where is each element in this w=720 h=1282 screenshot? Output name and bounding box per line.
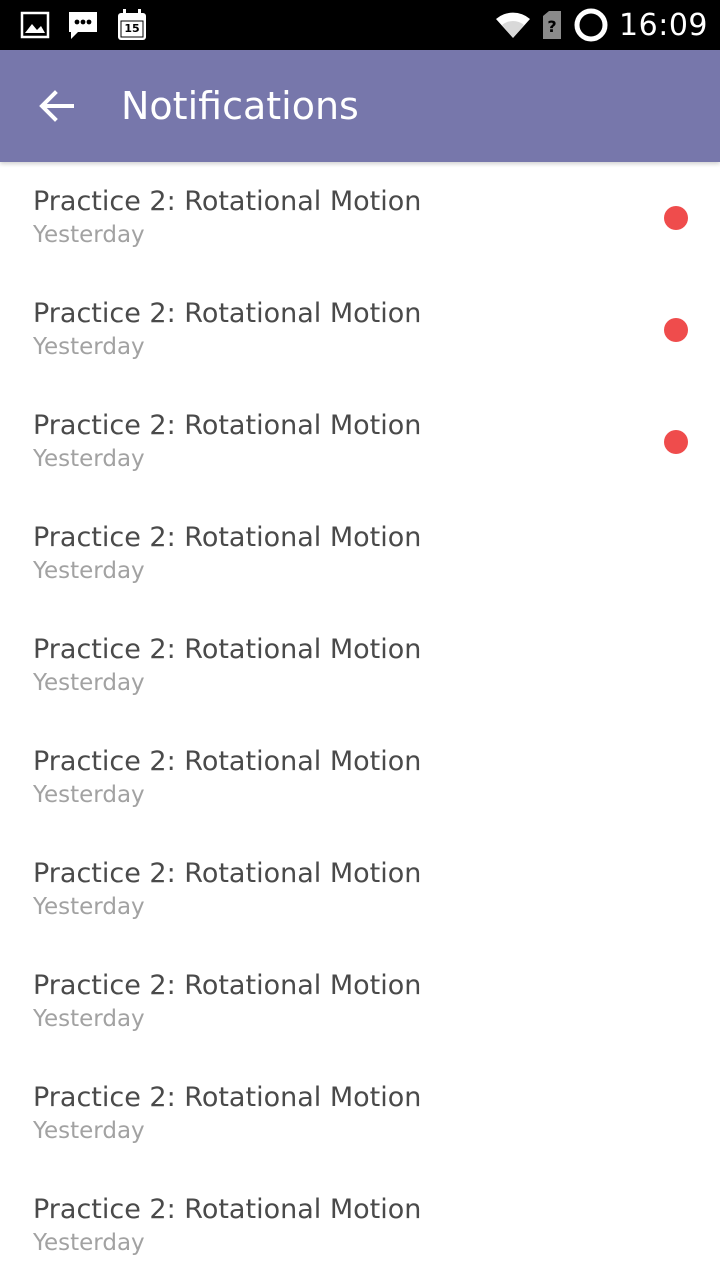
notification-item[interactable]: Practice 2: Rotational Motion Yesterday [0, 386, 720, 498]
status-bar-notification-icons: 15 [20, 9, 148, 41]
wifi-icon [495, 11, 531, 39]
app-bar: Notifications [0, 50, 720, 162]
notification-title: Practice 2: Rotational Motion [33, 522, 422, 553]
svg-text:?: ? [547, 17, 556, 36]
notification-title: Practice 2: Rotational Motion [33, 634, 422, 665]
unread-dot-icon [664, 430, 688, 454]
notification-time: Yesterday [33, 446, 145, 472]
notification-list: Practice 2: Rotational Motion Yesterday Pr… [0, 162, 720, 1282]
notification-time: Yesterday [33, 1230, 145, 1256]
calendar-badge: 15 [124, 22, 140, 35]
notification-item[interactable]: Practice 2: Rotational Motion Yesterday [0, 274, 720, 386]
notification-title: Practice 2: Rotational Motion [33, 746, 422, 777]
notification-item[interactable]: Practice 2: Rotational Motion Yesterday [0, 946, 720, 1058]
notification-title: Practice 2: Rotational Motion [33, 1194, 422, 1225]
notification-item[interactable]: Practice 2: Rotational Motion Yesterday [0, 1170, 720, 1282]
notification-time: Yesterday [33, 558, 145, 584]
notification-time: Yesterday [33, 670, 145, 696]
status-bar-time: 16:09 [619, 7, 708, 43]
notification-title: Practice 2: Rotational Motion [33, 410, 422, 441]
sync-icon [573, 7, 609, 43]
notification-time: Yesterday [33, 894, 145, 920]
notification-item[interactable]: Practice 2: Rotational Motion Yesterday [0, 1058, 720, 1170]
notification-item[interactable]: Practice 2: Rotational Motion Yesterday [0, 162, 720, 274]
unread-dot-icon [664, 206, 688, 230]
notification-item[interactable]: Practice 2: Rotational Motion Yesterday [0, 498, 720, 610]
back-button[interactable] [28, 80, 84, 132]
notification-item[interactable]: Practice 2: Rotational Motion Yesterday [0, 610, 720, 722]
notification-title: Practice 2: Rotational Motion [33, 298, 422, 329]
notification-time: Yesterday [33, 222, 145, 248]
notification-item[interactable]: Practice 2: Rotational Motion Yesterday [0, 834, 720, 946]
no-sim-icon: ? [541, 10, 563, 40]
notification-time: Yesterday [33, 334, 145, 360]
calendar-icon: 15 [116, 8, 148, 42]
notification-time: Yesterday [33, 1118, 145, 1144]
notification-time: Yesterday [33, 1006, 145, 1032]
notification-title: Practice 2: Rotational Motion [33, 858, 422, 889]
chat-icon [66, 9, 100, 41]
status-bar: 15 ? 16:09 [0, 0, 720, 50]
notification-title: Practice 2: Rotational Motion [33, 186, 422, 217]
arrow-back-icon [38, 90, 74, 122]
notification-item[interactable]: Practice 2: Rotational Motion Yesterday [0, 722, 720, 834]
notification-title: Practice 2: Rotational Motion [33, 970, 422, 1001]
image-icon [20, 11, 50, 39]
status-bar-system-icons: ? 16:09 [495, 6, 708, 44]
unread-dot-icon [664, 318, 688, 342]
page-title: Notifications [121, 84, 359, 128]
notification-time: Yesterday [33, 782, 145, 808]
notification-title: Practice 2: Rotational Motion [33, 1082, 422, 1113]
